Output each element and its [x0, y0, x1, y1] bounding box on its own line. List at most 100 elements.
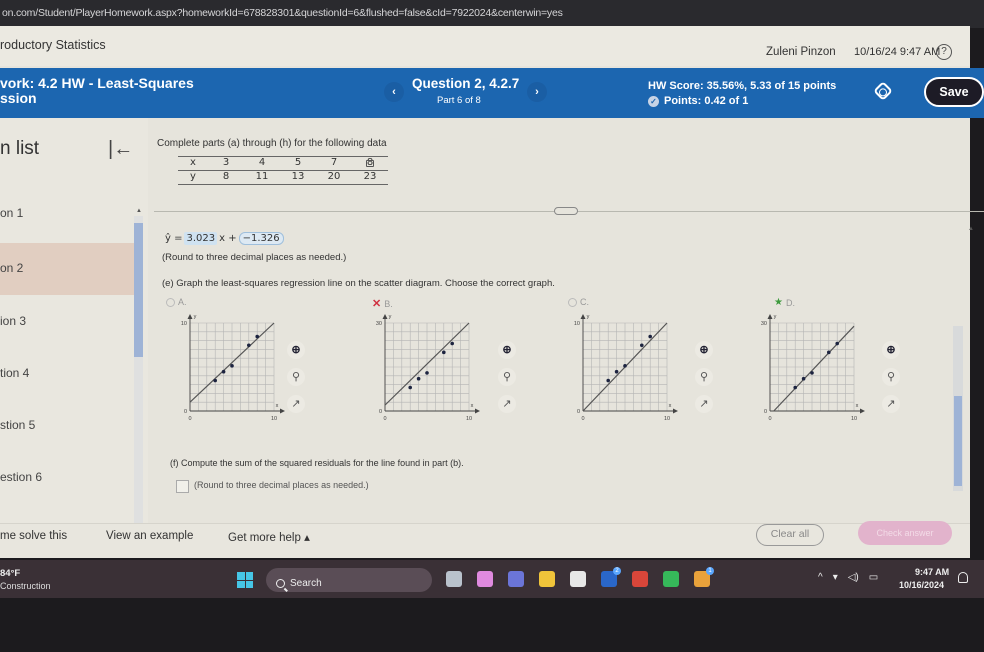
next-question-button[interactable]: › — [527, 82, 547, 102]
zoom-out-icon[interactable]: ⚲ — [695, 368, 713, 386]
copilot-icon[interactable] — [477, 571, 493, 587]
taskbar-search[interactable]: Search — [266, 568, 432, 592]
data-point — [416, 376, 421, 381]
sidebar-item-label: on 1 — [0, 206, 24, 220]
data-point — [614, 369, 619, 374]
task-view-icon[interactable] — [446, 571, 462, 587]
volume-icon[interactable]: ◁) — [848, 572, 859, 583]
sidebar-item-question-5[interactable]: stion 5 — [0, 400, 136, 452]
windows-start-icon[interactable] — [237, 572, 253, 588]
weather-temperature[interactable]: 84°F — [0, 568, 20, 579]
zoom-in-icon[interactable]: ⊕ — [287, 341, 305, 359]
check-answer-button[interactable]: Check answer — [858, 521, 952, 545]
homework-title-line2: ssion — [0, 90, 37, 106]
option-b[interactable]: ✕ B. — [372, 297, 393, 310]
data-point — [255, 334, 259, 339]
show-hidden-icons-chevron-icon[interactable]: ^ — [818, 572, 823, 583]
file-explorer-icon[interactable] — [539, 571, 555, 587]
sidebar-item-question-2[interactable]: on 2 — [0, 243, 136, 295]
data-point — [801, 376, 806, 381]
zoom-in-icon[interactable]: ⊕ — [882, 341, 900, 359]
x-tick-label: 0 — [188, 416, 191, 422]
option-a[interactable]: A. — [166, 297, 187, 307]
collapse-sidebar-icon[interactable]: |← — [108, 138, 133, 161]
office-icon[interactable] — [632, 571, 648, 587]
x-tick-label: 0 — [383, 416, 386, 422]
help-icon[interactable]: ? — [936, 44, 952, 60]
graph-option-a: 10 0 0 10 y x — [180, 311, 285, 436]
scroll-up-arrow-icon[interactable]: ▲ — [968, 226, 974, 232]
sidebar-item-question-4[interactable]: tion 4 — [0, 348, 136, 400]
battery-icon[interactable]: ▭ — [869, 572, 878, 583]
data-point — [425, 371, 429, 375]
open-popout-icon[interactable]: ↗ — [498, 395, 516, 413]
zoom-out-icon[interactable]: ⚲ — [882, 368, 900, 386]
intercept-answer[interactable]: −1.326 — [238, 232, 284, 245]
sidebar-item-label: ion 3 — [0, 314, 27, 328]
get-more-help-link[interactable]: Get more help ▴ — [228, 530, 310, 544]
linkedin-icon[interactable]: 2 — [601, 567, 621, 587]
clock-time[interactable]: 9:47 AM — [915, 567, 949, 577]
scatter-plot: 30 00 10 y x — [761, 314, 865, 422]
weather-description[interactable]: Construction — [0, 581, 51, 591]
y-tick-label: 10 — [181, 321, 187, 327]
option-c[interactable]: C. — [568, 297, 589, 307]
divider-drag-handle[interactable] — [554, 207, 578, 215]
wifi-icon[interactable]: ▾ — [833, 572, 838, 583]
settings-icon[interactable] — [873, 81, 893, 101]
radio-button[interactable] — [568, 297, 577, 307]
address-bar[interactable]: on.com/Student/PlayerHomework.aspx?homew… — [0, 0, 984, 28]
clock-date[interactable]: 10/16/2024 — [899, 580, 944, 590]
x-axis-label: x — [856, 403, 859, 409]
question-list-sidebar: n list |← on 1 on 2 ion 3 tion 4 stion 5… — [0, 118, 148, 558]
teams-icon[interactable] — [508, 571, 524, 587]
data-point — [623, 364, 627, 368]
notification-bell-icon[interactable] — [958, 572, 968, 583]
view-example-link[interactable]: View an example — [106, 530, 193, 542]
x-axis-arrow — [860, 408, 865, 414]
radio-button[interactable] — [166, 297, 175, 307]
y-axis-label: y — [194, 314, 197, 320]
part-e-prompt: (e) Graph the least-squares regression l… — [162, 278, 555, 289]
option-letter: A. — [178, 297, 187, 307]
rounding-note: (Round to three decimal places as needed… — [162, 252, 347, 263]
save-button[interactable]: Save — [924, 77, 984, 107]
table-cell: 23 — [352, 170, 388, 185]
open-popout-icon[interactable]: ↗ — [695, 395, 713, 413]
x-axis-label: x — [669, 403, 672, 409]
open-popout-icon[interactable]: ↗ — [882, 395, 900, 413]
open-popout-icon[interactable]: ↗ — [287, 395, 305, 413]
zoom-out-icon[interactable]: ⚲ — [287, 368, 305, 386]
question-title: Question 2, 4.2.7 — [412, 76, 520, 91]
homework-title-line1: vork: 4.2 HW - Least-Squares — [0, 75, 194, 91]
table-cell: 3 — [208, 156, 244, 171]
equation-mid: x + — [219, 233, 237, 244]
zoom-in-icon[interactable]: ⊕ — [498, 341, 516, 359]
scroll-up-arrow-icon[interactable]: ▲ — [136, 208, 142, 214]
data-point — [835, 341, 839, 346]
residuals-answer-input[interactable] — [176, 480, 189, 493]
sidebar-item-label: stion 5 — [0, 418, 36, 432]
scatter-plot: 30 00 10 y x — [376, 314, 480, 422]
spotify-icon[interactable] — [663, 571, 679, 587]
table-row-x: x 3 4 5 7 8 — [178, 156, 388, 171]
zoom-in-icon[interactable]: ⊕ — [695, 341, 713, 359]
content-scrollbar-thumb[interactable] — [954, 396, 962, 486]
chrome-icon[interactable]: 1 — [694, 567, 714, 587]
help-me-solve-this-link[interactable]: me solve this — [0, 530, 67, 542]
sidebar-item-question-1[interactable]: on 1 — [0, 188, 136, 240]
table-cell: 5 — [280, 156, 316, 171]
table-cell: 13 — [280, 170, 316, 185]
table-cell: 8 — [208, 170, 244, 185]
previous-question-button[interactable]: ‹ — [384, 82, 404, 102]
microsoft-store-icon[interactable] — [570, 571, 586, 587]
zoom-out-icon[interactable]: ⚲ — [498, 368, 516, 386]
option-d[interactable]: ★ D. — [774, 297, 795, 308]
sidebar-item-question-6[interactable]: estion 6 — [0, 452, 136, 504]
copy-data-icon[interactable] — [366, 160, 374, 167]
clear-all-button[interactable]: Clear all — [756, 524, 824, 546]
data-point — [793, 385, 797, 390]
slope-answer[interactable]: 3.023 — [184, 232, 218, 245]
sidebar-item-question-3[interactable]: ion 3 — [0, 296, 136, 348]
sidebar-scrollbar-thumb[interactable] — [134, 223, 143, 357]
